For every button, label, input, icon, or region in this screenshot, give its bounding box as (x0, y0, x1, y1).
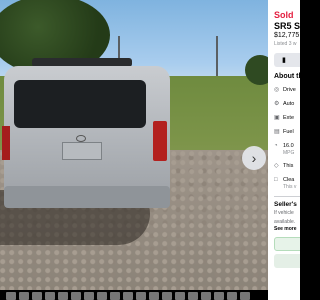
listing-photo[interactable]: › (0, 0, 268, 290)
thumbnail[interactable] (227, 292, 237, 300)
sold-status: Sold (274, 10, 294, 20)
thumbnail[interactable] (162, 292, 172, 300)
spec-subtext: MPG (283, 150, 295, 156)
thumbnail[interactable] (110, 292, 120, 300)
message-seller-box[interactable] (274, 237, 300, 251)
thumbnail[interactable] (214, 292, 224, 300)
utility-pole (216, 36, 218, 76)
tree (245, 55, 268, 85)
spec-fuel: ▤ Fuel (274, 129, 300, 136)
spec-text: Clea (283, 177, 295, 183)
spec-exterior: ▣ Exte (274, 115, 300, 122)
car-body (2, 66, 170, 208)
document-icon: □ (274, 177, 278, 183)
thumbnail[interactable] (240, 292, 250, 300)
spec-transmission: ⚙ Auto (274, 101, 300, 108)
steering-wheel-icon: ◎ (274, 87, 280, 93)
spec-text: Auto (283, 101, 295, 107)
save-button[interactable]: ▮ (274, 53, 300, 67)
thumbnail[interactable] (97, 292, 107, 300)
listed-time: Listed 3 w (274, 41, 297, 47)
tag-icon: ◇ (274, 163, 279, 169)
listing-price: $12,775 (274, 32, 300, 39)
toyota-emblem-icon (76, 135, 86, 142)
listing-title: SR5 S (274, 21, 300, 31)
spec-drive: ◎ Drive (274, 87, 300, 94)
listing-details-panel: Sold SR5 S $12,775 Listed 3 w ▮ About th… (268, 0, 300, 300)
chevron-right-icon: › (251, 150, 257, 166)
bookmark-icon: ▮ (282, 57, 286, 64)
spec-text: Exte (283, 115, 295, 121)
rear-window (14, 80, 146, 128)
fuel-pump-icon: ▤ (274, 129, 280, 135)
divider (274, 196, 300, 197)
spec-text: Fuel (283, 129, 294, 135)
thumbnail[interactable] (123, 292, 133, 300)
spec-text: Drive (283, 87, 296, 93)
about-heading: About th (274, 73, 300, 80)
thumbnail[interactable] (84, 292, 94, 300)
seller-heading: Seller's (274, 201, 297, 208)
spec-text: 16.0 (283, 143, 294, 149)
spec-mpg: ◔ 16.0 MPG (274, 143, 300, 156)
tail-light (2, 126, 10, 160)
car-icon: ▣ (274, 115, 280, 121)
thumbnail[interactable] (32, 292, 42, 300)
vehicle (2, 58, 170, 208)
thumbnail[interactable] (188, 292, 198, 300)
thumbnail-strip (0, 290, 268, 300)
see-more-link[interactable]: See more (274, 226, 300, 232)
license-plate-area (62, 142, 102, 160)
message-input[interactable] (274, 254, 300, 268)
thumbnail[interactable] (175, 292, 185, 300)
thumbnail[interactable] (136, 292, 146, 300)
gear-icon: ⚙ (274, 101, 280, 107)
seller-description: available. (274, 219, 296, 225)
seller-description: If vehicle (274, 210, 294, 216)
thumbnail[interactable] (45, 292, 55, 300)
thumbnail[interactable] (19, 292, 29, 300)
gauge-icon: ◔ (274, 143, 278, 149)
rear-bumper (4, 186, 170, 208)
tail-light (153, 121, 167, 161)
thumbnail[interactable] (149, 292, 159, 300)
spec-this: ◇ This (274, 163, 300, 170)
thumbnail[interactable] (71, 292, 81, 300)
spec-text: This (283, 163, 294, 169)
spec-subtext: This v (283, 184, 297, 190)
thumbnail[interactable] (58, 292, 68, 300)
next-photo-button[interactable]: › (242, 146, 266, 170)
spec-title-status: □ Clea This v (274, 177, 300, 190)
thumbnail[interactable] (6, 292, 16, 300)
thumbnail[interactable] (201, 292, 211, 300)
